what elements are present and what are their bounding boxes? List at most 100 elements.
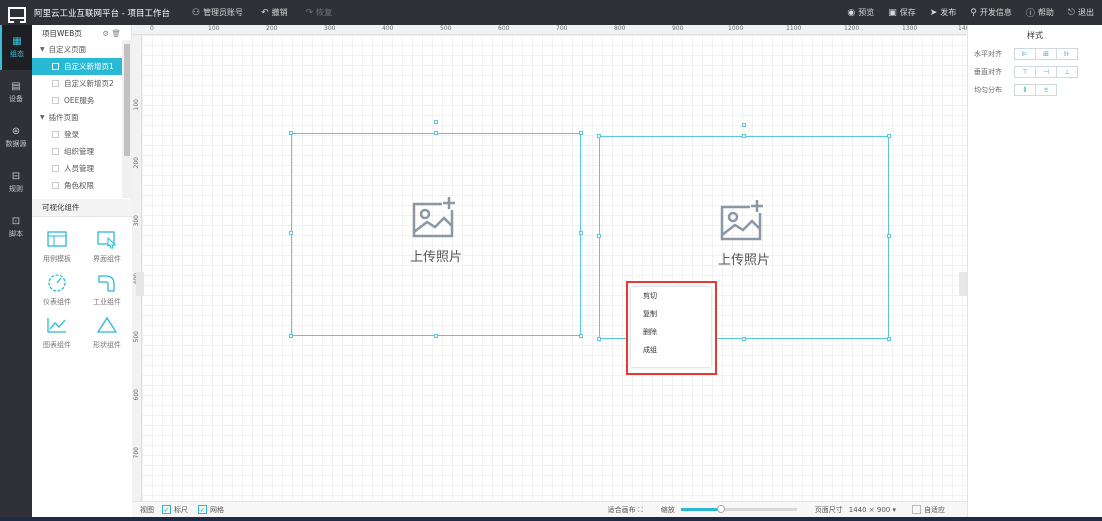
resize-handle[interactable] <box>742 337 746 341</box>
nav-configuration[interactable]: ▦ 组态 <box>0 25 32 70</box>
menu-cut[interactable]: 剪切 <box>631 287 711 305</box>
fit-canvas-button[interactable]: 适合画布 ⛶ <box>608 505 643 515</box>
menu-copy[interactable]: 复制 <box>631 305 711 323</box>
tree-item-roles[interactable]: 角色权限 <box>32 177 131 194</box>
tree-item-login[interactable]: 登录 <box>32 126 131 143</box>
script-icon: ⊡ <box>11 216 21 227</box>
align-bottom-button[interactable]: ⊥ <box>1056 66 1078 78</box>
context-menu-highlight: 剪切 复制 删除 成组 <box>626 281 717 375</box>
logout-button[interactable]: ⎋ 退出 <box>1068 6 1094 19</box>
resize-handle[interactable] <box>742 134 746 138</box>
save-button[interactable]: ▣ 保存 <box>888 6 916 19</box>
fit-icon: ⛶ <box>637 505 643 514</box>
page-icon <box>52 182 59 189</box>
template-icon <box>47 231 67 247</box>
grid-checkbox[interactable]: ✓ <box>198 505 207 514</box>
style-panel: 样式 水平对齐 ⊫ ⊞ ⊪ 垂直对齐 ⊤ ⊣ ⊥ 均匀分布 ⫴ ⩧ <box>967 25 1102 521</box>
resize-handle[interactable] <box>434 334 438 338</box>
comp-shape[interactable]: 形状组件 <box>82 315 132 350</box>
adaptive-checkbox[interactable]: ✓ <box>912 505 921 514</box>
tree-item-page2[interactable]: 自定义新增页2 <box>32 75 131 92</box>
comp-gauge[interactable]: 仪表组件 <box>32 272 82 307</box>
align-top-button[interactable]: ⊤ <box>1014 66 1036 78</box>
page-icon <box>52 131 59 138</box>
resize-handle[interactable] <box>597 134 601 138</box>
distribute-h-button[interactable]: ⫴ <box>1014 84 1036 96</box>
align-middle-v-button[interactable]: ⊣ <box>1035 66 1057 78</box>
resize-handle[interactable] <box>434 131 438 135</box>
menu-delete[interactable]: 删除 <box>631 323 711 341</box>
triangle-icon <box>96 316 118 333</box>
comp-template[interactable]: 用例模板 <box>32 229 82 264</box>
ruler-checkbox[interactable]: ✓ <box>162 505 171 514</box>
menu-group[interactable]: 成组 <box>631 341 711 359</box>
os-taskbar <box>0 517 1102 521</box>
resize-handle[interactable] <box>579 131 583 135</box>
add-image-icon <box>720 199 764 241</box>
context-menu: 剪切 复制 删除 成组 <box>631 287 711 367</box>
tree-item-staff[interactable]: 人员管理 <box>32 160 131 177</box>
admin-account-button[interactable]: ⚇ 管理员账号 <box>192 7 243 18</box>
eye-icon: ◉ <box>847 7 856 18</box>
zoom-slider[interactable] <box>680 505 797 513</box>
preview-button[interactable]: ◉ 预览 <box>847 6 874 19</box>
page-size-select[interactable]: 1440 × 900 ▾ <box>849 506 896 514</box>
comp-chart[interactable]: 图表组件 <box>32 315 82 350</box>
resize-handle[interactable] <box>887 134 891 138</box>
rules-icon: ⊟ <box>11 171 21 182</box>
align-left-button[interactable]: ⊫ <box>1014 48 1036 60</box>
datasource-icon: ⊛ <box>11 126 21 137</box>
device-icon: ▤ <box>11 81 21 92</box>
distribute-v-button[interactable]: ⩧ <box>1035 84 1057 96</box>
vertical-ruler: 100 200 300 400 500 600 700 <box>132 35 142 501</box>
gauge-icon <box>48 274 66 292</box>
comp-industrial[interactable]: 工业组件 <box>82 272 132 307</box>
tree-item-oee[interactable]: OEE服务 <box>32 92 131 109</box>
caret-down-icon: ▼ <box>40 46 45 53</box>
nav-datasource[interactable]: ⊛ 数据源 <box>0 115 32 160</box>
upload-image-component-1[interactable]: 上传照片 <box>289 120 583 338</box>
dev-info-button[interactable]: ⚲ 开发信息 <box>970 6 1012 19</box>
tree-group-plugin[interactable]: ▼ 插件页面 <box>32 109 131 126</box>
publish-button[interactable]: ➤ 发布 <box>930 6 957 19</box>
page-icon <box>52 63 59 70</box>
resize-handle[interactable] <box>597 337 601 341</box>
zoom-slider-knob[interactable] <box>717 505 726 513</box>
undo-button[interactable]: ↶ 撤销 <box>261 7 288 18</box>
distribute-row: 均匀分布 ⫴ ⩧ <box>968 81 1102 99</box>
canvas-statusbar: 视图 ✓标尺 ✓网格 适合画布 ⛶ 缩放 页面尺寸 1440 × 900 ▾ ✓… <box>132 501 967 517</box>
tree-scrollbar[interactable] <box>122 40 132 198</box>
help-button[interactable]: ⓘ 帮助 <box>1026 6 1054 19</box>
save-icon: ▣ <box>888 7 897 18</box>
grid-icon: ▦ <box>12 36 22 47</box>
resize-handle[interactable] <box>579 334 583 338</box>
user-icon: ⚇ <box>191 7 201 18</box>
redo-button[interactable]: ↷ 恢复 <box>306 7 333 18</box>
resize-handle[interactable] <box>289 334 293 338</box>
scrollbar-thumb[interactable] <box>124 44 130 156</box>
align-center-h-button[interactable]: ⊞ <box>1035 48 1057 60</box>
rotate-handle[interactable] <box>434 120 438 124</box>
design-canvas[interactable]: 上传照片 上传照片 <box>142 35 967 501</box>
undo-icon: ↶ <box>261 7 269 18</box>
tree-item-page1[interactable]: 自定义新增页1 <box>32 58 131 75</box>
tree-header: 项目WEB页 ⚙ 🗑 <box>42 28 121 38</box>
nav-rules[interactable]: ⊟ 规则 <box>0 160 32 205</box>
tree-item-org[interactable]: 组织管理 <box>32 143 131 160</box>
nav-device[interactable]: ▤ 设备 <box>0 70 32 115</box>
comp-ui[interactable]: 界面组件 <box>82 229 132 264</box>
logout-icon: ⎋ <box>1067 7 1075 18</box>
resize-handle[interactable] <box>887 337 891 341</box>
resize-handle[interactable] <box>289 131 293 135</box>
tree-group-custom[interactable]: ▼ 自定义页面 <box>32 41 131 58</box>
app-title: 阿里云工业互联网平台 - 项目工作台 <box>34 8 170 19</box>
right-panel-collapse[interactable] <box>959 272 967 296</box>
trash-icon[interactable]: 🗑 <box>111 29 121 38</box>
components-header: 可视化组件 <box>32 199 132 217</box>
rotate-handle[interactable] <box>742 123 746 127</box>
left-panel-collapse[interactable] <box>136 272 144 296</box>
settings-icon[interactable]: ⚙ <box>102 29 109 38</box>
align-right-button[interactable]: ⊪ <box>1056 48 1078 60</box>
nav-script[interactable]: ⊡ 脚本 <box>0 205 32 250</box>
page-tree: 项目WEB页 ⚙ 🗑 ▼ 自定义页面 自定义新增页1 自定义新增页2 OEE服务 … <box>32 25 132 199</box>
